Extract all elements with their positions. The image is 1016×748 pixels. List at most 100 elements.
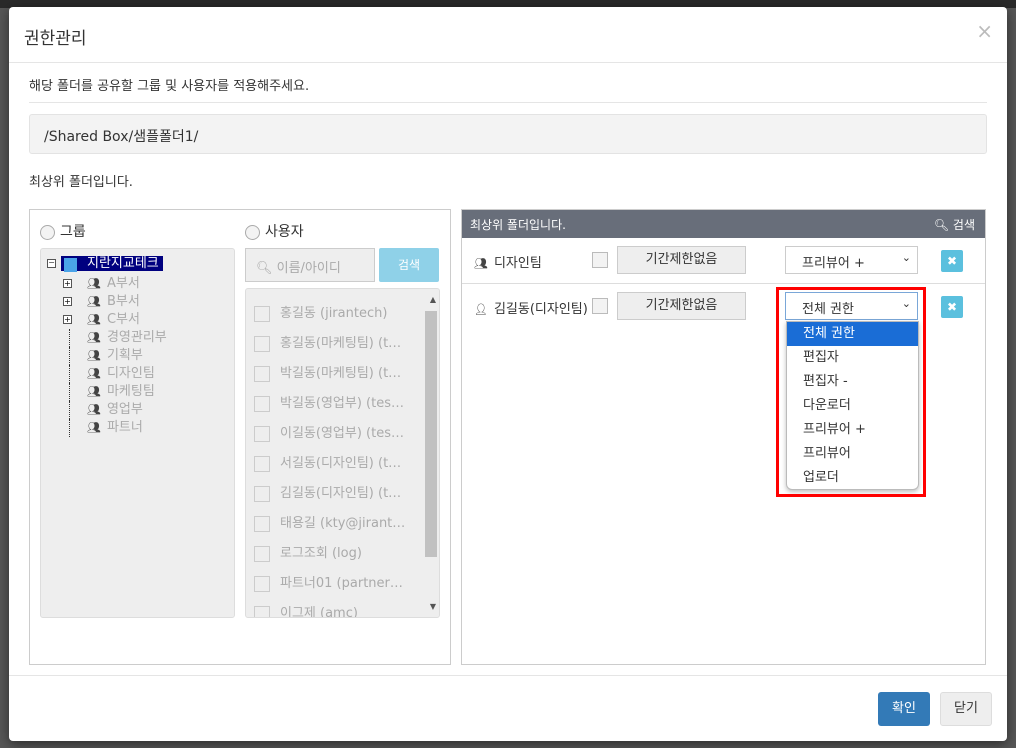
group-icon: 👥︎	[87, 313, 101, 326]
chevron-down-icon: ⌄	[901, 297, 911, 310]
user-checkbox[interactable]	[254, 365, 270, 382]
remove-button[interactable]: ✖	[941, 250, 963, 272]
tree-item[interactable]: 👥︎ 마케팅팀	[47, 383, 228, 401]
close-icon[interactable]: ×	[976, 19, 993, 43]
tree-item-label: 파트너	[106, 420, 143, 435]
user-item[interactable]: 김길동(디자인팀) (t…	[246, 479, 439, 509]
period-button[interactable]: 기간제한없음	[617, 292, 746, 320]
user-checkbox[interactable]	[254, 425, 270, 442]
user-item[interactable]: 파트너01 (partner…	[246, 569, 439, 599]
selection-panel: 그룹 사용자 − 지란지교테크 + 👥︎ A부서 + 👥︎ B부서 + 👥︎ C부서 👥︎ 경영관리부…	[29, 209, 451, 665]
row-checkbox[interactable]	[592, 298, 608, 314]
tree-item-label: A부서	[106, 276, 140, 291]
tree-item[interactable]: + 👥︎ B부서	[47, 293, 228, 311]
tree-line	[69, 329, 70, 347]
group-icon: 👥︎	[87, 403, 101, 416]
tree-item[interactable]: 👥︎ 파트너	[47, 419, 228, 437]
row-name: 👥︎ 디자인팀	[474, 252, 542, 271]
user-item-label: 파트너01 (partner…	[280, 576, 403, 591]
tree-root-text: 지란지교테크	[87, 256, 159, 271]
dropdown-option[interactable]: 업로더	[787, 466, 918, 490]
user-item[interactable]: 홍길동 (jirantech)	[246, 299, 439, 329]
user-item-label: 박길동(영업부) (tes…	[280, 396, 404, 411]
user-item[interactable]: 박길동(영업부) (tes…	[246, 389, 439, 419]
user-item-label: 박길동(마케팅팀) (t…	[280, 366, 402, 381]
collapse-icon[interactable]: −	[47, 259, 56, 268]
dropdown-option[interactable]: 편집자	[787, 346, 918, 370]
user-radio[interactable]: 사용자	[245, 221, 304, 241]
tree-item[interactable]: 👥︎ 영업부	[47, 401, 228, 419]
user-search-input[interactable]: 🔍︎ 이름/아이디	[245, 248, 375, 282]
row-checkbox[interactable]	[592, 252, 608, 268]
row-name: 👤︎ 김길동(디자인팀)	[474, 298, 588, 317]
dropdown-option[interactable]: 프리뷰어 +	[787, 418, 918, 442]
search-link[interactable]: 🔍︎ 검색	[934, 216, 975, 233]
confirm-button[interactable]: 확인	[878, 692, 930, 726]
user-item[interactable]: 홍길동(마케팅팀) (t…	[246, 329, 439, 359]
dropdown-option[interactable]: 프리뷰어	[787, 442, 918, 466]
user-item-label: 서길동(디자인팀) (t…	[280, 456, 402, 471]
expand-icon[interactable]: +	[63, 279, 72, 288]
user-checkbox[interactable]	[254, 485, 270, 502]
group-icon: 👥︎	[87, 349, 101, 362]
expand-icon[interactable]: +	[63, 315, 72, 324]
tree-item-label: B부서	[106, 294, 140, 309]
close-button[interactable]: 닫기	[940, 692, 992, 726]
scroll-up-icon[interactable]: ▲	[430, 295, 436, 304]
tree-item[interactable]: + 👥︎ A부서	[47, 275, 228, 293]
period-button[interactable]: 기간제한없음	[617, 246, 746, 274]
tree-item-label: 디자인팀	[106, 366, 155, 381]
scrollbar[interactable]	[425, 311, 437, 557]
scroll-down-icon[interactable]: ▼	[430, 602, 436, 611]
user-label: 사용자	[265, 224, 304, 240]
user-icon: 👤︎	[474, 303, 488, 316]
group-icon: 👥︎	[474, 257, 488, 270]
user-checkbox[interactable]	[254, 305, 270, 322]
modal-header: 권한관리 ×	[9, 7, 1007, 63]
permission-select[interactable]: 전체 권한 ⌄	[785, 292, 918, 320]
user-checkbox[interactable]	[254, 545, 270, 562]
tree-item[interactable]: 👥︎ 기획부	[47, 347, 228, 365]
group-label: 그룹	[60, 224, 86, 240]
group-icon: 👥︎	[87, 385, 101, 398]
radio-icon	[245, 224, 260, 240]
user-checkbox[interactable]	[254, 605, 270, 617]
user-checkbox[interactable]	[254, 455, 270, 472]
group-radio[interactable]: 그룹	[40, 221, 86, 241]
permission-row: 👥︎ 디자인팀 기간제한없음 프리뷰어 + ⌄ ✖	[462, 238, 985, 284]
user-item[interactable]: 로그조회 (log)	[246, 539, 439, 569]
tree-item[interactable]: + 👥︎ C부서	[47, 311, 228, 329]
user-checkbox[interactable]	[254, 515, 270, 532]
tree-item[interactable]: 👥︎ 경영관리부	[47, 329, 228, 347]
tree-line	[69, 383, 70, 401]
tree-line	[69, 365, 70, 383]
expand-icon[interactable]: +	[63, 297, 72, 306]
dropdown-option[interactable]: 전체 권한	[787, 322, 918, 346]
radio-icon	[40, 224, 55, 240]
dropdown-option[interactable]: 다운로더	[787, 394, 918, 418]
tree-item-label: C부서	[106, 312, 140, 327]
tree-item[interactable]: 👥︎ 디자인팀	[47, 365, 228, 383]
permission-select[interactable]: 프리뷰어 + ⌄	[785, 246, 918, 274]
modal-description: 해당 폴더를 공유할 그룹 및 사용자를 적용해주세요.	[29, 79, 310, 94]
select-value: 프리뷰어 +	[802, 256, 865, 271]
remove-button[interactable]: ✖	[941, 296, 963, 318]
user-checkbox[interactable]	[254, 335, 270, 352]
dropdown-option[interactable]: 편집자 -	[787, 370, 918, 394]
user-item[interactable]: 박길동(마케팅팀) (t…	[246, 359, 439, 389]
user-item-label: 이그제 (amc)	[280, 606, 358, 618]
tree-root-label: 지란지교테크	[61, 256, 163, 272]
user-checkbox[interactable]	[254, 575, 270, 592]
user-item[interactable]: 태용길 (kty@jirant…	[246, 509, 439, 539]
user-item[interactable]: 이그제 (amc)	[246, 599, 439, 618]
user-item-label: 이길동(영업부) (tes…	[280, 426, 404, 441]
permission-dropdown: 전체 권한 편집자 편집자 - 다운로더 프리뷰어 + 프리뷰어 업로더	[786, 321, 919, 490]
tree-root[interactable]: − 지란지교테크	[47, 255, 228, 275]
group-icon: 👥︎	[87, 277, 101, 290]
user-checkbox[interactable]	[254, 395, 270, 412]
folder-note: 최상위 폴더입니다.	[29, 175, 133, 190]
user-item-label: 로그조회 (log)	[280, 546, 362, 561]
user-search-button[interactable]: 검색	[379, 248, 439, 282]
user-item[interactable]: 서길동(디자인팀) (t…	[246, 449, 439, 479]
user-item[interactable]: 이길동(영업부) (tes…	[246, 419, 439, 449]
